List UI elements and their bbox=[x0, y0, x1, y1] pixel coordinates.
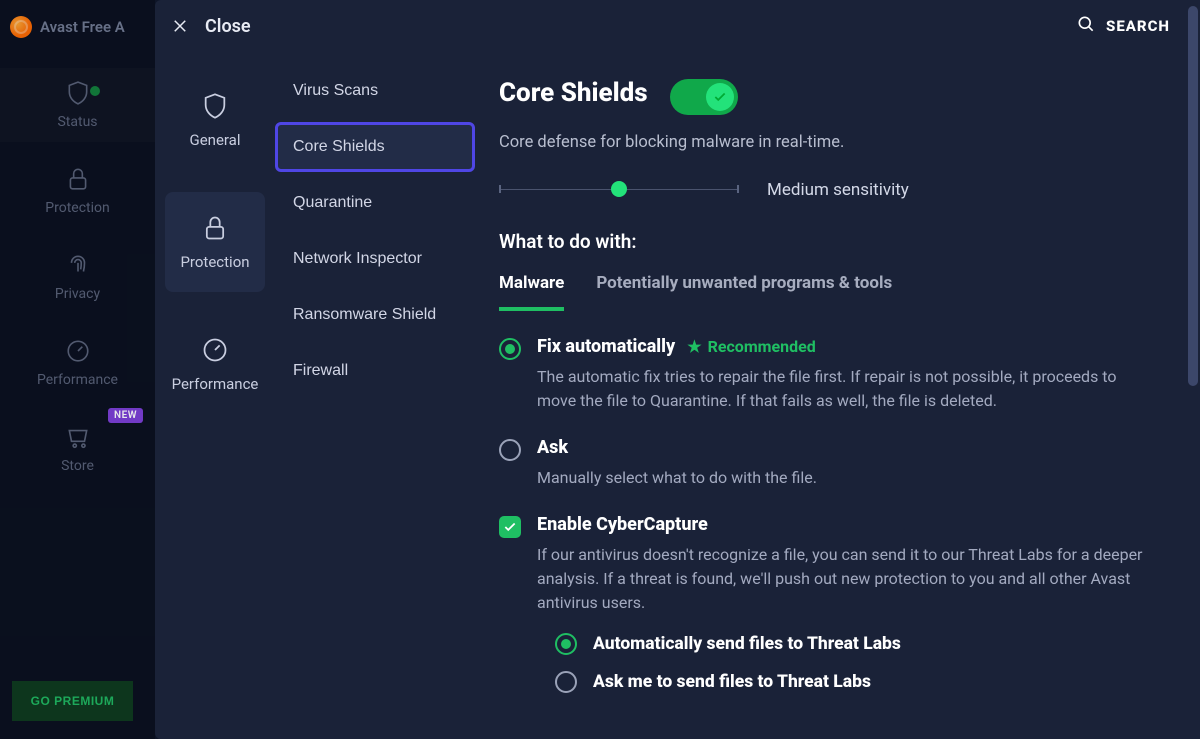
search-button[interactable]: SEARCH bbox=[1076, 14, 1170, 38]
shield-icon bbox=[200, 91, 230, 121]
app-sidebar: Avast Free A Status Protection Privacy P… bbox=[0, 0, 155, 739]
star-icon: ★ bbox=[687, 337, 701, 356]
radio-selected[interactable] bbox=[555, 633, 577, 655]
category-general[interactable]: General bbox=[165, 70, 265, 170]
nav-status[interactable]: Status bbox=[0, 68, 155, 142]
recommended-badge: ★ Recommended bbox=[687, 337, 816, 356]
nav-label: Performance bbox=[37, 372, 118, 388]
close-label: Close bbox=[205, 16, 251, 37]
suboption-auto-send[interactable]: Automatically send files to Threat Labs bbox=[555, 633, 1174, 655]
category-protection[interactable]: Protection bbox=[165, 192, 265, 292]
nav-label: Privacy bbox=[55, 286, 100, 302]
option-title: Enable CyberCapture bbox=[537, 514, 708, 535]
action-tabs: Malware Potentially unwanted programs & … bbox=[499, 273, 1174, 312]
check-icon bbox=[713, 90, 727, 104]
option-desc: If our antivirus doesn't recognize a fil… bbox=[537, 543, 1157, 615]
slider-tick bbox=[499, 185, 501, 193]
option-fix-automatically[interactable]: Fix automatically ★ Recommended The auto… bbox=[499, 336, 1174, 413]
suboption-label: Ask me to send files to Threat Labs bbox=[593, 672, 871, 692]
subnav-firewall[interactable]: Firewall bbox=[275, 346, 475, 396]
slider-knob[interactable] bbox=[611, 181, 627, 197]
new-badge: NEW bbox=[108, 408, 143, 423]
nav-label: Status bbox=[57, 114, 97, 130]
option-ask[interactable]: Ask Manually select what to do with the … bbox=[499, 437, 1174, 490]
scrollbar[interactable] bbox=[1188, 6, 1198, 733]
category-label: Protection bbox=[180, 253, 249, 271]
lock-icon bbox=[65, 166, 91, 192]
category-label: General bbox=[189, 131, 240, 149]
close-button[interactable]: Close bbox=[169, 15, 251, 37]
nav-protection[interactable]: Protection bbox=[0, 154, 155, 228]
suboption-label: Automatically send files to Threat Labs bbox=[593, 634, 901, 654]
radio-unselected[interactable] bbox=[555, 671, 577, 693]
cart-icon bbox=[65, 424, 91, 450]
option-cybercapture[interactable]: Enable CyberCapture If our antivirus doe… bbox=[499, 514, 1174, 693]
app-title: Avast Free A bbox=[40, 18, 125, 36]
gauge-icon bbox=[65, 338, 91, 364]
settings-category-column: General Protection Performance bbox=[155, 0, 275, 739]
subnav-network-inspector[interactable]: Network Inspector bbox=[275, 234, 475, 284]
option-title: Fix automatically bbox=[537, 336, 675, 357]
radio-selected[interactable] bbox=[499, 338, 521, 360]
checkbox-checked[interactable] bbox=[499, 516, 521, 538]
toggle-knob bbox=[706, 83, 734, 111]
status-ok-dot bbox=[90, 86, 100, 96]
subnav-quarantine[interactable]: Quarantine bbox=[275, 178, 475, 228]
brand: Avast Free A bbox=[0, 10, 155, 58]
scrollbar-thumb[interactable] bbox=[1188, 6, 1198, 386]
tab-malware[interactable]: Malware bbox=[499, 273, 564, 311]
sensitivity-slider[interactable] bbox=[499, 188, 739, 192]
subnav-ransomware-shield[interactable]: Ransomware Shield bbox=[275, 290, 475, 340]
shield-icon bbox=[65, 80, 91, 106]
nav-privacy[interactable]: Privacy bbox=[0, 240, 155, 314]
option-title: Ask bbox=[537, 437, 568, 458]
search-icon bbox=[1076, 14, 1096, 38]
slider-tick bbox=[737, 185, 739, 193]
category-performance[interactable]: Performance bbox=[165, 314, 265, 414]
page-title: Core Shields bbox=[499, 78, 648, 108]
nav-label: Protection bbox=[45, 200, 109, 216]
category-label: Performance bbox=[172, 375, 259, 393]
subnav-virus-scans[interactable]: Virus Scans bbox=[275, 66, 475, 116]
gauge-icon bbox=[200, 335, 230, 365]
core-shields-toggle[interactable] bbox=[670, 79, 738, 115]
suboption-ask-send[interactable]: Ask me to send files to Threat Labs bbox=[555, 671, 1174, 693]
subnav-core-shields[interactable]: Core Shields bbox=[275, 122, 475, 172]
settings-content: Core Shields Core defense for blocking m… bbox=[475, 0, 1200, 739]
search-label: SEARCH bbox=[1106, 17, 1170, 35]
nav-label: Store bbox=[61, 458, 94, 474]
go-premium-button[interactable]: GO PREMIUM bbox=[12, 681, 133, 721]
avast-logo bbox=[10, 16, 32, 38]
settings-panel: Close SEARCH General Protection Performa… bbox=[155, 0, 1200, 739]
lock-icon bbox=[200, 213, 230, 243]
nav-store[interactable]: NEW Store bbox=[0, 412, 155, 486]
check-icon bbox=[503, 520, 517, 534]
fingerprint-icon bbox=[65, 252, 91, 278]
nav-performance[interactable]: Performance bbox=[0, 326, 155, 400]
radio-unselected[interactable] bbox=[499, 439, 521, 461]
sensitivity-label: Medium sensitivity bbox=[767, 180, 909, 200]
page-subtitle: Core defense for blocking malware in rea… bbox=[499, 133, 1174, 152]
option-desc: Manually select what to do with the file… bbox=[537, 466, 1157, 490]
option-desc: The automatic fix tries to repair the fi… bbox=[537, 365, 1157, 413]
settings-subnav: Virus Scans Core Shields Quarantine Netw… bbox=[275, 0, 475, 739]
tab-pup[interactable]: Potentially unwanted programs & tools bbox=[596, 273, 892, 311]
close-icon bbox=[169, 15, 191, 37]
what-to-do-heading: What to do with: bbox=[499, 230, 1174, 253]
